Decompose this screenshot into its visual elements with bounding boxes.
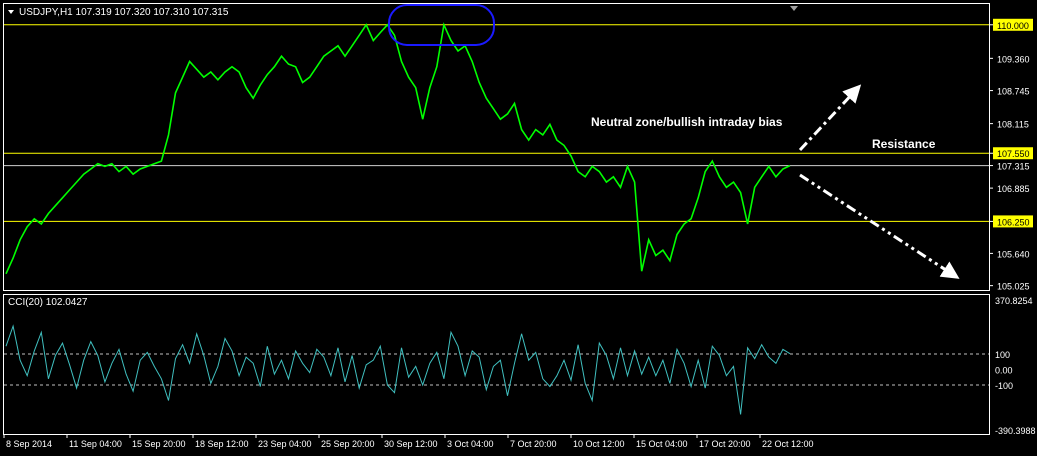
cci-line xyxy=(5,324,791,415)
time-tick-label: 25 Sep 20:00 xyxy=(321,439,375,449)
resistance-annotation: Resistance xyxy=(872,137,936,151)
price-level-lines xyxy=(4,24,989,222)
price-tick-label: 107.550 xyxy=(997,149,1030,159)
time-tick-label: 30 Sep 12:00 xyxy=(384,439,438,449)
price-line xyxy=(5,22,791,275)
time-tick-label: 3 Oct 04:00 xyxy=(447,439,494,449)
price-tick-label: 105.025 xyxy=(997,282,1030,292)
price-panel-frame xyxy=(3,3,990,291)
price-tick-label: 106.250 xyxy=(997,217,1030,227)
price-tick-label: 105.640 xyxy=(997,249,1030,259)
time-tick-label: 17 Oct 20:00 xyxy=(699,439,751,449)
cci-tick-label: 100 xyxy=(995,350,1010,360)
price-tick-label: 109.360 xyxy=(997,54,1030,64)
symbol-header: USDJPY,H1 107.319 107.320 107.310 107.31… xyxy=(19,7,229,18)
cci-tick-label: -390.3988 xyxy=(995,426,1036,436)
neutral-zone-annotation: Neutral zone/bullish intraday bias xyxy=(591,115,783,129)
time-axis: 8 Sep 2014 11 Sep 04:00 15 Sep 20:00 18 Sep… xyxy=(3,434,814,449)
scroll-marker-icon[interactable] xyxy=(790,6,798,11)
time-tick-label: 11 Sep 04:00 xyxy=(69,439,122,449)
bearish-arrow xyxy=(799,173,960,279)
price-tick-label: 107.315 xyxy=(997,162,1030,172)
price-tick-label: 106.885 xyxy=(997,184,1030,194)
time-tick-label: 15 Oct 04:00 xyxy=(636,439,688,449)
time-tick-label: 18 Sep 12:00 xyxy=(195,439,249,449)
bullish-arrow xyxy=(798,84,862,152)
price-series xyxy=(5,22,791,275)
cci-series xyxy=(5,324,791,415)
price-y-axis: 110.000 109.360 108.745 108.115 107.550 107.3… xyxy=(989,18,1033,292)
time-tick-label: 22 Oct 12:00 xyxy=(762,439,814,449)
time-tick-label: 7 Oct 20:00 xyxy=(510,439,557,449)
cci-tick-label: -100 xyxy=(995,381,1013,391)
cci-tick-label: 0.00 xyxy=(995,365,1013,375)
price-tick-label: 110.000 xyxy=(997,21,1029,31)
time-tick-label: 23 Sep 04:00 xyxy=(258,439,312,449)
cci-header: CCI(20) 102.0427 xyxy=(8,297,88,308)
dropdown-triangle-icon[interactable] xyxy=(8,10,14,14)
time-tick-label: 8 Sep 2014 xyxy=(6,439,52,449)
cci-tick-label: 370.8254 xyxy=(995,296,1033,306)
chart-canvas: USDJPY,H1 107.319 107.320 107.310 107.31… xyxy=(3,3,1036,449)
cci-y-axis: 370.8254 100 0.00 -100 -390.3988 xyxy=(995,296,1036,436)
cci-panel-frame xyxy=(3,294,990,435)
price-tick-label: 108.745 xyxy=(997,87,1030,97)
cci-level-lines xyxy=(4,353,989,386)
time-tick-label: 10 Oct 12:00 xyxy=(573,439,625,449)
price-tick-label: 108.115 xyxy=(997,120,1029,130)
time-tick-label: 15 Sep 20:00 xyxy=(132,439,186,449)
